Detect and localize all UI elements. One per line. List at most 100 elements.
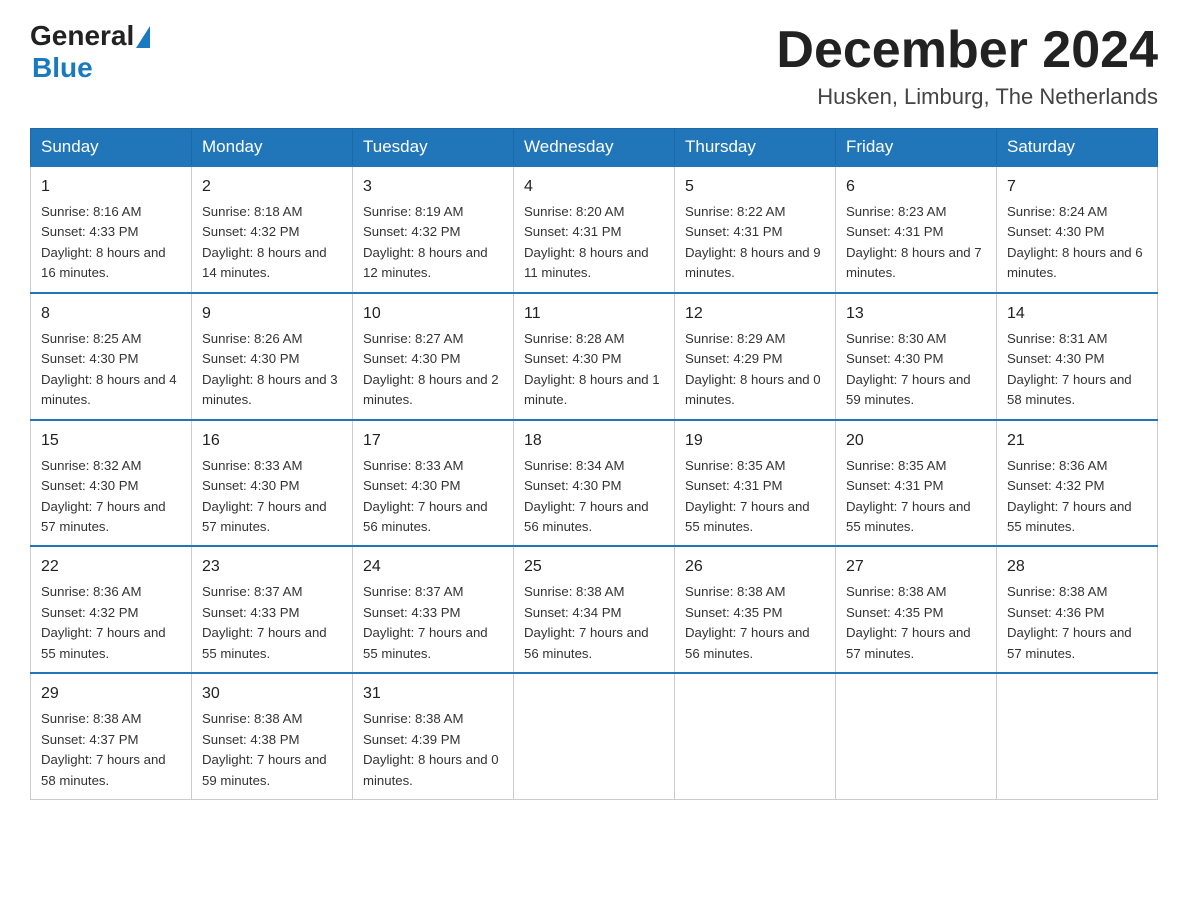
- page-header: General Blue December 2024 Husken, Limbu…: [30, 20, 1158, 110]
- calendar-cell-w3-d1: 16 Sunrise: 8:33 AMSunset: 4:30 PMDaylig…: [192, 420, 353, 547]
- day-info: Sunrise: 8:31 AMSunset: 4:30 PMDaylight:…: [1007, 329, 1147, 411]
- day-number: 16: [202, 429, 342, 453]
- calendar-week-5: 29 Sunrise: 8:38 AMSunset: 4:37 PMDaylig…: [31, 673, 1158, 799]
- header-sunday: Sunday: [31, 129, 192, 167]
- day-number: 10: [363, 302, 503, 326]
- calendar-cell-w5-d1: 30 Sunrise: 8:38 AMSunset: 4:38 PMDaylig…: [192, 673, 353, 799]
- day-number: 23: [202, 555, 342, 579]
- calendar-cell-w4-d2: 24 Sunrise: 8:37 AMSunset: 4:33 PMDaylig…: [353, 546, 514, 673]
- day-info: Sunrise: 8:38 AMSunset: 4:37 PMDaylight:…: [41, 709, 181, 791]
- month-title: December 2024: [776, 20, 1158, 80]
- header-saturday: Saturday: [997, 129, 1158, 167]
- day-number: 3: [363, 175, 503, 199]
- day-info: Sunrise: 8:33 AMSunset: 4:30 PMDaylight:…: [202, 456, 342, 538]
- calendar-body: 1 Sunrise: 8:16 AMSunset: 4:33 PMDayligh…: [31, 166, 1158, 800]
- day-number: 22: [41, 555, 181, 579]
- day-info: Sunrise: 8:23 AMSunset: 4:31 PMDaylight:…: [846, 202, 986, 284]
- day-number: 19: [685, 429, 825, 453]
- day-info: Sunrise: 8:35 AMSunset: 4:31 PMDaylight:…: [846, 456, 986, 538]
- day-info: Sunrise: 8:37 AMSunset: 4:33 PMDaylight:…: [202, 582, 342, 664]
- day-info: Sunrise: 8:38 AMSunset: 4:35 PMDaylight:…: [685, 582, 825, 664]
- calendar-cell-w2-d2: 10 Sunrise: 8:27 AMSunset: 4:30 PMDaylig…: [353, 293, 514, 420]
- calendar-cell-w5-d4: [675, 673, 836, 799]
- day-info: Sunrise: 8:22 AMSunset: 4:31 PMDaylight:…: [685, 202, 825, 284]
- day-number: 18: [524, 429, 664, 453]
- calendar-cell-w4-d6: 28 Sunrise: 8:38 AMSunset: 4:36 PMDaylig…: [997, 546, 1158, 673]
- calendar-cell-w5-d3: [514, 673, 675, 799]
- day-info: Sunrise: 8:38 AMSunset: 4:36 PMDaylight:…: [1007, 582, 1147, 664]
- day-number: 25: [524, 555, 664, 579]
- calendar-cell-w2-d1: 9 Sunrise: 8:26 AMSunset: 4:30 PMDayligh…: [192, 293, 353, 420]
- day-info: Sunrise: 8:35 AMSunset: 4:31 PMDaylight:…: [685, 456, 825, 538]
- day-info: Sunrise: 8:27 AMSunset: 4:30 PMDaylight:…: [363, 329, 503, 411]
- calendar-week-3: 15 Sunrise: 8:32 AMSunset: 4:30 PMDaylig…: [31, 420, 1158, 547]
- calendar-table: Sunday Monday Tuesday Wednesday Thursday…: [30, 128, 1158, 800]
- calendar-cell-w1-d2: 3 Sunrise: 8:19 AMSunset: 4:32 PMDayligh…: [353, 166, 514, 293]
- calendar-week-4: 22 Sunrise: 8:36 AMSunset: 4:32 PMDaylig…: [31, 546, 1158, 673]
- day-number: 6: [846, 175, 986, 199]
- calendar-cell-w1-d1: 2 Sunrise: 8:18 AMSunset: 4:32 PMDayligh…: [192, 166, 353, 293]
- day-info: Sunrise: 8:28 AMSunset: 4:30 PMDaylight:…: [524, 329, 664, 411]
- calendar-week-2: 8 Sunrise: 8:25 AMSunset: 4:30 PMDayligh…: [31, 293, 1158, 420]
- day-number: 27: [846, 555, 986, 579]
- day-info: Sunrise: 8:32 AMSunset: 4:30 PMDaylight:…: [41, 456, 181, 538]
- header-friday: Friday: [836, 129, 997, 167]
- day-info: Sunrise: 8:25 AMSunset: 4:30 PMDaylight:…: [41, 329, 181, 411]
- calendar-cell-w5-d2: 31 Sunrise: 8:38 AMSunset: 4:39 PMDaylig…: [353, 673, 514, 799]
- day-info: Sunrise: 8:20 AMSunset: 4:31 PMDaylight:…: [524, 202, 664, 284]
- day-number: 12: [685, 302, 825, 326]
- calendar-cell-w5-d6: [997, 673, 1158, 799]
- calendar-cell-w1-d4: 5 Sunrise: 8:22 AMSunset: 4:31 PMDayligh…: [675, 166, 836, 293]
- day-info: Sunrise: 8:38 AMSunset: 4:35 PMDaylight:…: [846, 582, 986, 664]
- calendar-cell-w4-d3: 25 Sunrise: 8:38 AMSunset: 4:34 PMDaylig…: [514, 546, 675, 673]
- calendar-cell-w4-d1: 23 Sunrise: 8:37 AMSunset: 4:33 PMDaylig…: [192, 546, 353, 673]
- calendar-cell-w3-d2: 17 Sunrise: 8:33 AMSunset: 4:30 PMDaylig…: [353, 420, 514, 547]
- day-info: Sunrise: 8:16 AMSunset: 4:33 PMDaylight:…: [41, 202, 181, 284]
- day-info: Sunrise: 8:19 AMSunset: 4:32 PMDaylight:…: [363, 202, 503, 284]
- calendar-cell-w3-d4: 19 Sunrise: 8:35 AMSunset: 4:31 PMDaylig…: [675, 420, 836, 547]
- calendar-cell-w4-d0: 22 Sunrise: 8:36 AMSunset: 4:32 PMDaylig…: [31, 546, 192, 673]
- calendar-cell-w1-d5: 6 Sunrise: 8:23 AMSunset: 4:31 PMDayligh…: [836, 166, 997, 293]
- calendar-cell-w2-d6: 14 Sunrise: 8:31 AMSunset: 4:30 PMDaylig…: [997, 293, 1158, 420]
- logo: General Blue: [30, 20, 150, 84]
- header-monday: Monday: [192, 129, 353, 167]
- day-info: Sunrise: 8:30 AMSunset: 4:30 PMDaylight:…: [846, 329, 986, 411]
- day-number: 21: [1007, 429, 1147, 453]
- calendar-cell-w5-d5: [836, 673, 997, 799]
- day-number: 9: [202, 302, 342, 326]
- logo-blue-text: Blue: [32, 52, 93, 84]
- day-number: 31: [363, 682, 503, 706]
- day-info: Sunrise: 8:36 AMSunset: 4:32 PMDaylight:…: [1007, 456, 1147, 538]
- calendar-cell-w2-d4: 12 Sunrise: 8:29 AMSunset: 4:29 PMDaylig…: [675, 293, 836, 420]
- day-number: 8: [41, 302, 181, 326]
- day-number: 11: [524, 302, 664, 326]
- day-number: 26: [685, 555, 825, 579]
- day-info: Sunrise: 8:38 AMSunset: 4:34 PMDaylight:…: [524, 582, 664, 664]
- day-number: 1: [41, 175, 181, 199]
- location-title: Husken, Limburg, The Netherlands: [776, 84, 1158, 110]
- day-info: Sunrise: 8:38 AMSunset: 4:38 PMDaylight:…: [202, 709, 342, 791]
- day-number: 4: [524, 175, 664, 199]
- day-number: 14: [1007, 302, 1147, 326]
- logo-triangle-icon: [136, 26, 150, 48]
- day-number: 28: [1007, 555, 1147, 579]
- calendar-cell-w3-d0: 15 Sunrise: 8:32 AMSunset: 4:30 PMDaylig…: [31, 420, 192, 547]
- day-info: Sunrise: 8:29 AMSunset: 4:29 PMDaylight:…: [685, 329, 825, 411]
- calendar-cell-w4-d4: 26 Sunrise: 8:38 AMSunset: 4:35 PMDaylig…: [675, 546, 836, 673]
- day-number: 7: [1007, 175, 1147, 199]
- calendar-header: Sunday Monday Tuesday Wednesday Thursday…: [31, 129, 1158, 167]
- calendar-cell-w3-d5: 20 Sunrise: 8:35 AMSunset: 4:31 PMDaylig…: [836, 420, 997, 547]
- day-info: Sunrise: 8:38 AMSunset: 4:39 PMDaylight:…: [363, 709, 503, 791]
- calendar-week-1: 1 Sunrise: 8:16 AMSunset: 4:33 PMDayligh…: [31, 166, 1158, 293]
- calendar-cell-w3-d3: 18 Sunrise: 8:34 AMSunset: 4:30 PMDaylig…: [514, 420, 675, 547]
- day-number: 20: [846, 429, 986, 453]
- day-info: Sunrise: 8:34 AMSunset: 4:30 PMDaylight:…: [524, 456, 664, 538]
- calendar-cell-w4-d5: 27 Sunrise: 8:38 AMSunset: 4:35 PMDaylig…: [836, 546, 997, 673]
- header-thursday: Thursday: [675, 129, 836, 167]
- day-info: Sunrise: 8:37 AMSunset: 4:33 PMDaylight:…: [363, 582, 503, 664]
- day-info: Sunrise: 8:18 AMSunset: 4:32 PMDaylight:…: [202, 202, 342, 284]
- day-number: 2: [202, 175, 342, 199]
- day-number: 5: [685, 175, 825, 199]
- calendar-cell-w5-d0: 29 Sunrise: 8:38 AMSunset: 4:37 PMDaylig…: [31, 673, 192, 799]
- day-number: 15: [41, 429, 181, 453]
